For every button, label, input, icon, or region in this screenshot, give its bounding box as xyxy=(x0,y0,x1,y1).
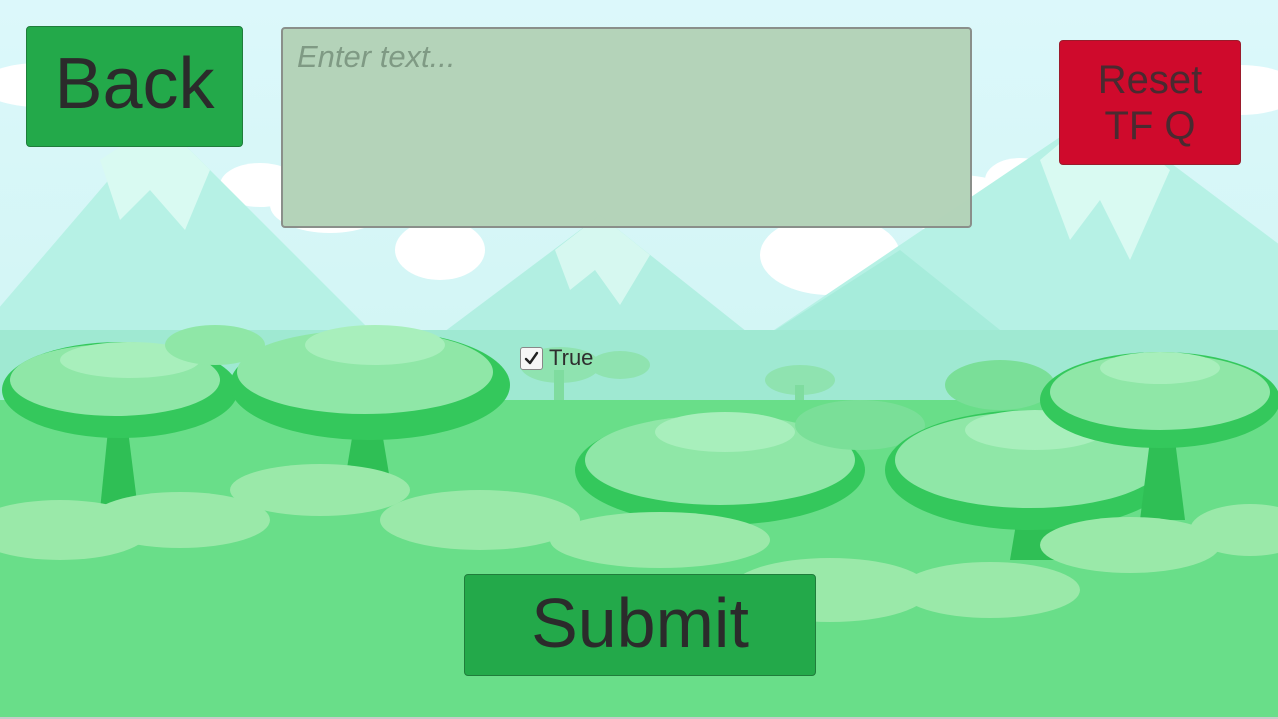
checkbox[interactable] xyxy=(520,346,543,370)
text-input[interactable] xyxy=(281,27,972,228)
back-button[interactable]: Back xyxy=(26,26,243,147)
toggle-label: True xyxy=(549,345,594,370)
checkmark-icon xyxy=(524,351,539,364)
true-toggle[interactable]: True xyxy=(520,345,593,371)
submit-button[interactable]: Submit xyxy=(464,574,816,676)
reset-tf-q-button[interactable]: Reset TF Q xyxy=(1059,40,1241,165)
